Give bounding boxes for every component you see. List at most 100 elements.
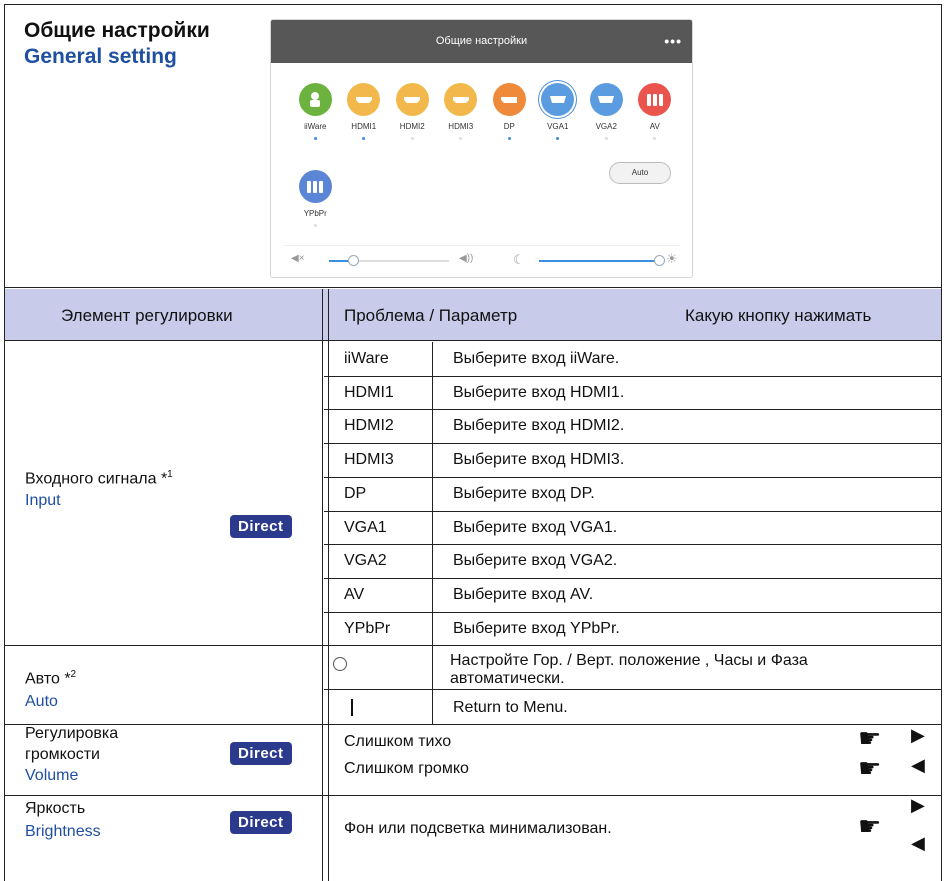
source-indicator (410, 137, 414, 140)
auto-label-en: Auto (25, 693, 58, 710)
header-item: Элемент регулировки (61, 306, 233, 325)
page-frame: Общие настройки General setting Общие на… (4, 4, 942, 881)
row-divider (324, 409, 941, 411)
table-row-key: AV (344, 585, 365, 603)
volume-knob[interactable] (348, 255, 359, 266)
av-icon (638, 83, 672, 116)
auto-return-desc: Return to Menu. (453, 699, 568, 716)
header-section: Общие настройки General setting Общие на… (5, 5, 941, 288)
table-row-key: VGA1 (344, 518, 387, 536)
right-arrow-icon: ▶ (911, 725, 925, 745)
source-hdmi3[interactable]: HDMI3 (437, 83, 486, 140)
row-divider (324, 375, 941, 377)
table-row-key: HDMI3 (344, 451, 394, 469)
slider-row: ◀× ◀)) ☾ ☀ (291, 250, 681, 270)
source-vga1[interactable]: VGA1 (534, 83, 583, 140)
table-row-desc: Выберите вход YPbPr. (453, 619, 620, 637)
header-button: Какую кнопку нажимать (685, 306, 872, 325)
row-divider (5, 724, 941, 725)
general-settings-panel: Общие настройки ••• iiWare HDMI1 HDMI2 HDMI… (270, 19, 693, 278)
header-problem: Проблема / Параметр (344, 306, 518, 325)
source-indicator (653, 137, 657, 140)
volume-high-text: Слишком громко (344, 760, 469, 777)
table-row-desc: Выберите вход HDMI1. (453, 383, 625, 401)
mute-icon: ◀× (291, 253, 305, 264)
table-row-key: VGA2 (344, 552, 387, 570)
table-header: Элемент регулировки Проблема / Параметр … (5, 289, 941, 341)
brightness-fill (539, 260, 659, 262)
hdmi-icon (444, 83, 478, 116)
input-label-en: Input (25, 492, 61, 509)
source-label: HDMI1 (351, 122, 377, 131)
section-title-en: General setting (24, 45, 177, 68)
auto-button[interactable]: Auto (609, 162, 671, 184)
brightness-desc: Фон или подсветка минимализован. (344, 820, 612, 837)
hdmi-icon (347, 83, 381, 116)
table-row-desc: Выберите вход HDMI2. (453, 417, 625, 435)
hdmi-icon (395, 83, 429, 116)
row-divider (324, 544, 941, 546)
row-divider (324, 443, 941, 445)
source-indicator (604, 137, 608, 140)
component-icon (298, 170, 332, 203)
table-row-key: YPbPr (344, 619, 391, 637)
source-indicator (313, 137, 317, 140)
direct-badge: Direct (230, 515, 292, 538)
source-indicator (507, 137, 511, 140)
source-indicator (313, 224, 317, 227)
source-vga2[interactable]: VGA2 (582, 83, 631, 140)
auto-label-ru: Авто *2 (25, 669, 77, 688)
source-indicator (459, 137, 463, 140)
source-iiware[interactable]: iiWare (291, 83, 340, 140)
inner-divider (432, 342, 433, 645)
sun-icon: ☀ (666, 251, 678, 266)
section-title-ru: Общие настройки (24, 19, 210, 42)
dp-icon (492, 83, 526, 116)
source-label: iiWare (304, 122, 327, 131)
input-label-ru: Входного сигнала *1 (25, 469, 173, 488)
source-indicator (556, 137, 560, 140)
source-indicator (362, 137, 366, 140)
panel-divider (283, 245, 680, 246)
auto-desc: Настройте Гор. / Верт. положение , Часы … (450, 652, 808, 687)
panel-title: Общие настройки (435, 35, 528, 47)
volume-label-en: Volume (25, 767, 79, 784)
pointing-hand-icon: ☛ (858, 753, 882, 783)
source-label: VGA2 (595, 122, 617, 131)
direct-badge: Direct (230, 811, 292, 834)
source-ypbpr[interactable]: YPbPr (291, 170, 340, 227)
table-row-key: iiWare (344, 350, 389, 367)
volume-low-text: Слишком тихо (344, 733, 452, 750)
brightness-knob[interactable] (654, 255, 665, 266)
source-av[interactable]: AV (631, 83, 680, 140)
table-row-desc: Выберите вход DP. (453, 484, 595, 502)
direct-badge: Direct (230, 742, 292, 765)
vga-icon (541, 83, 575, 116)
panel-title-bar: Общие настройки ••• (271, 20, 692, 63)
table-row-desc: Выберите вход AV. (453, 585, 594, 603)
column-divider (322, 289, 329, 881)
source-list: iiWare HDMI1 HDMI2 HDMI3 DP VGA1 VGA2 AV (291, 83, 679, 140)
row-divider (5, 795, 941, 796)
vertical-bar-icon (351, 699, 353, 716)
volume-label-ru-2: громкости (25, 746, 100, 763)
volume-icon: ◀)) (459, 253, 474, 264)
row-divider (5, 645, 941, 646)
table-row-desc: Выберите вход iiWare. (453, 350, 620, 367)
row-divider (324, 476, 941, 478)
table-row-desc: Выберите вход VGA1. (453, 518, 618, 536)
pointing-hand-icon: ☛ (858, 811, 882, 841)
source-label: HDMI2 (399, 122, 425, 131)
source-dp[interactable]: DP (485, 83, 534, 140)
source-label: HDMI3 (448, 122, 474, 131)
more-dots-icon[interactable]: ••• (664, 20, 682, 63)
row-divider (324, 510, 941, 512)
source-hdmi1[interactable]: HDMI1 (340, 83, 389, 140)
source-label: VGA1 (547, 122, 569, 131)
right-arrow-icon: ▶ (911, 795, 925, 815)
source-hdmi2[interactable]: HDMI2 (388, 83, 437, 140)
brightness-label-en: Brightness (25, 823, 101, 840)
row-divider (324, 611, 941, 613)
android-icon (298, 83, 332, 116)
table-row-desc: Выберите вход VGA2. (453, 552, 618, 570)
